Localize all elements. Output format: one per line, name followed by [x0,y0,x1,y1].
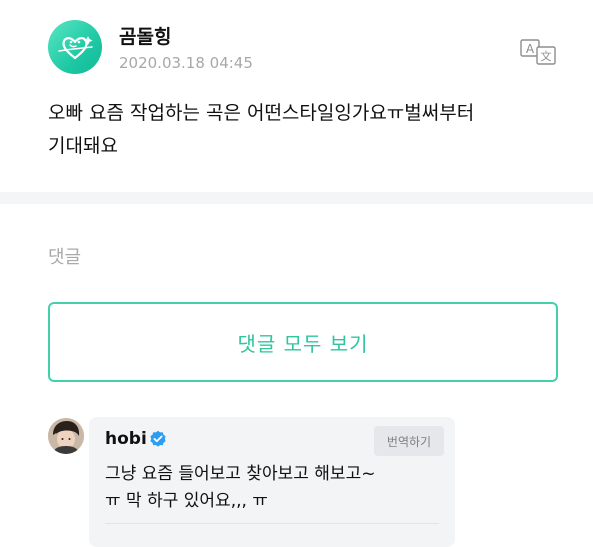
translate-icon[interactable]: A 文 [520,38,558,66]
svg-text:A: A [526,42,535,56]
verified-badge-icon [149,430,167,448]
svg-text:文: 文 [541,49,552,63]
translate-button[interactable]: 번역하기 [374,426,444,456]
heart-doodle-icon [58,36,93,60]
author-avatar[interactable] [48,20,102,74]
post-body: 오빠 요즘 작업하는 곡은 어떤스타일잉가요ㅠ벌써부터 기대돼요 [48,102,475,157]
author-name[interactable]: 곰돌힝 [119,26,171,48]
reply-divider [105,523,439,524]
reply-author-name[interactable]: hobi [105,428,147,450]
reply-author-avatar[interactable] [48,418,84,454]
post-header: 곰돌힝 2020.03.18 04:45 A 文 [48,18,578,78]
post-date: 2020.03.18 04:45 [119,54,253,72]
reply-body: 그냥 요즘 들어보고 찾아보고 해보고~ ㅠ 막 하구 있어요,,, ㅠ [105,464,376,511]
reply-card: hobi 번역하기 그냥 요즘 들어보고 찾아보고 해보고~ ㅠ 막 하구 있어… [89,417,455,547]
view-all-comments-button[interactable]: 댓글 모두 보기 [48,302,558,382]
section-divider [0,192,593,204]
comments-section-label: 댓글 [48,247,82,268]
